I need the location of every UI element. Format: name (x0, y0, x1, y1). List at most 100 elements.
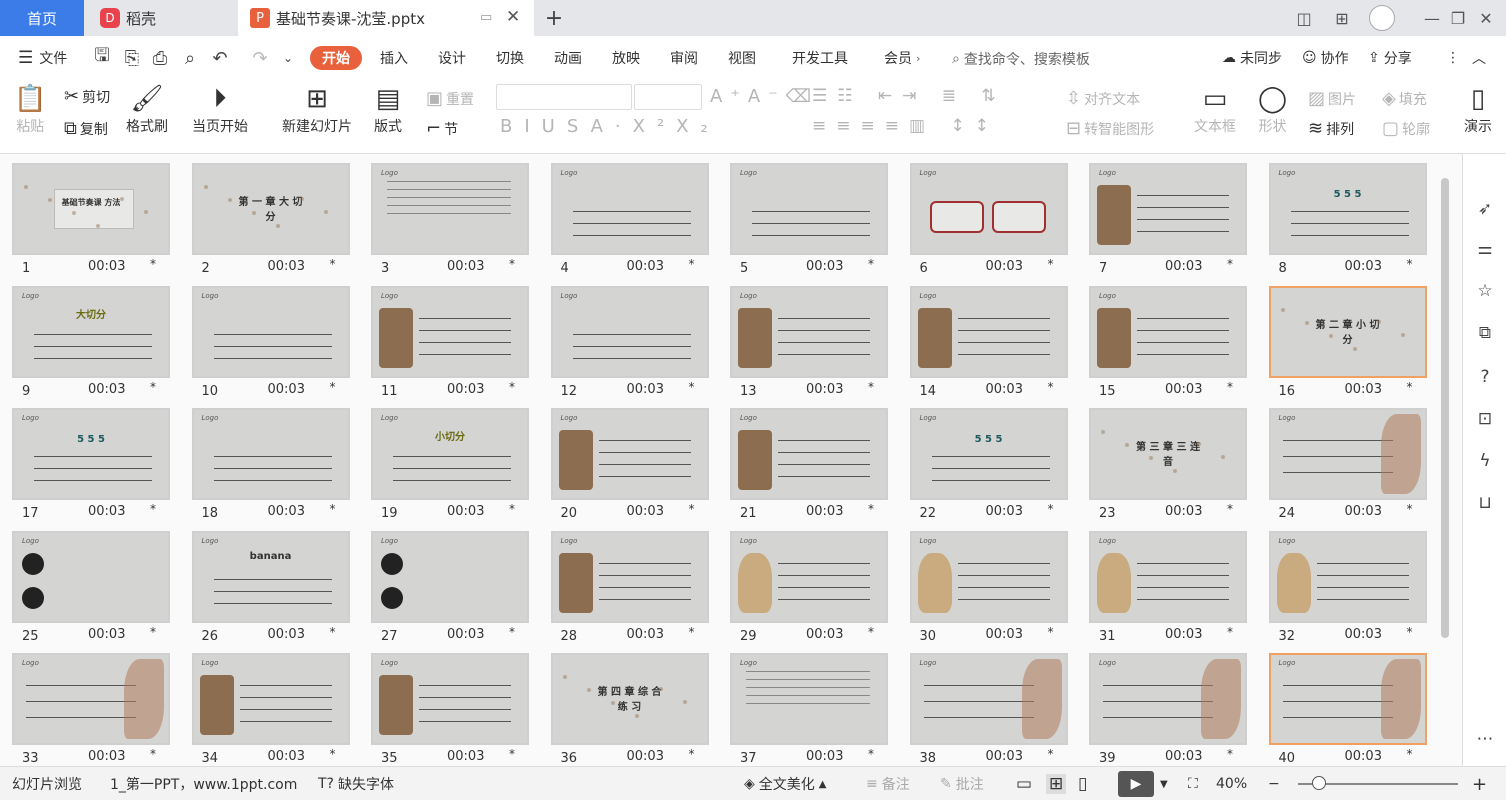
slide-thumbnail[interactable]: Logo 18 00:03 * (191, 408, 350, 528)
preview-icon[interactable]: ⌕ (178, 46, 202, 70)
vertical-scrollbar[interactable] (1438, 158, 1452, 762)
new-slide-button[interactable]: ⊞ 新建幻灯片 (282, 82, 352, 136)
play-options-icon[interactable]: ▼ (1160, 774, 1168, 794)
tab-daoke[interactable]: D 稻壳 (86, 0, 236, 36)
font-size-select[interactable] (634, 84, 702, 110)
more-options-icon[interactable]: ⋯ (1472, 726, 1498, 752)
slide-thumbnail[interactable]: 第 二 章 小 切 分 16 00:03 * (1268, 285, 1427, 406)
slide-thumbnail[interactable]: Logo 20 00:03 * (550, 408, 709, 528)
collapse-ribbon-icon[interactable]: ︿ (1472, 47, 1486, 69)
section-button[interactable]: ⌐ 节 (426, 118, 458, 139)
slide-thumbnail[interactable]: Logo 35 00:03 * (371, 653, 529, 766)
slide-thumbnail[interactable]: Logo 39 00:03 * (1089, 653, 1247, 766)
comment-button[interactable]: ✎ 批注 (940, 774, 984, 794)
slide-thumbnail[interactable]: Logo 7 00:03 * (1089, 163, 1247, 283)
slide-thumbnail[interactable]: Logo 6 00:03 * (909, 163, 1068, 283)
fit-window-icon[interactable]: ⛶ (1188, 774, 1198, 794)
fill-button[interactable]: ◈ 填充 (1382, 88, 1427, 109)
play-from-current-button[interactable]: ⏵ 当页开始 (192, 82, 248, 136)
slide-thumbnail[interactable]: Logo 30 00:03 * (909, 530, 1068, 651)
tab-view[interactable]: 视图 (728, 47, 756, 69)
tab-developer[interactable]: 开发工具 (792, 47, 848, 69)
slide-thumbnail[interactable]: Logo 32 00:03 * (1268, 530, 1427, 651)
window-mini-icon[interactable]: ▭ (480, 10, 496, 26)
slide-thumbnail[interactable]: Logo banana 26 00:03 * (191, 530, 350, 651)
tab-insert[interactable]: 插入 (380, 47, 408, 69)
normal-view-icon[interactable]: ▭ (1016, 774, 1032, 794)
font-style-tools[interactable]: BIUSA·X²X₂ (500, 116, 720, 137)
new-tab-button[interactable]: + (540, 0, 568, 36)
slide-thumbnail[interactable]: Logo 5 5 5 17 00:03 * (12, 408, 170, 528)
tab-transition[interactable]: 切换 (496, 47, 524, 69)
search-command[interactable]: ⌕ 查找命令、搜索模板 (952, 48, 1090, 70)
slide-thumbnail[interactable]: Logo 28 00:03 * (550, 530, 709, 651)
slide-thumbnail[interactable]: Logo 33 00:03 * (12, 653, 170, 766)
slide-thumbnail[interactable]: Logo 12 00:03 * (550, 285, 709, 406)
align-tools[interactable]: ≡≡≡≡▥ ↕↕ (812, 116, 999, 136)
slide-thumbnail[interactable]: Logo 4 00:03 * (550, 163, 709, 283)
zoom-level[interactable]: 40% (1216, 774, 1247, 794)
print-icon[interactable]: ⎙ (148, 46, 172, 70)
sliders-icon[interactable]: ⚌ (1472, 236, 1498, 262)
sync-status[interactable]: ☁ 未同步 (1222, 47, 1282, 69)
slide-thumbnail[interactable]: Logo 大切分 9 00:03 * (12, 285, 170, 406)
tab-start[interactable]: 开始 (310, 46, 362, 70)
zoom-in-icon[interactable]: + (1472, 774, 1487, 795)
slide-thumbnail[interactable]: Logo 13 00:03 * (730, 285, 888, 406)
book-icon[interactable]: ⊔ (1472, 490, 1498, 516)
slide-thumbnail[interactable]: Logo 40 00:03 * (1268, 653, 1427, 766)
slide-thumbnail[interactable]: Logo 25 00:03 * (12, 530, 170, 651)
tab-design[interactable]: 设计 (438, 47, 466, 69)
slide-thumbnail[interactable]: Logo 11 00:03 * (371, 285, 529, 406)
tab-slideshow[interactable]: 放映 (612, 47, 640, 69)
undo-icon[interactable]: ↶ (208, 46, 232, 70)
export-icon[interactable]: ⎘ (120, 46, 144, 70)
slide-thumbnail[interactable]: Logo 5 00:03 * (730, 163, 888, 283)
font-family-select[interactable] (496, 84, 632, 110)
more-icon[interactable]: ⋮ (1446, 47, 1460, 69)
rocket-icon[interactable]: ➶ (1472, 196, 1498, 222)
missing-font-button[interactable]: T? 缺失字体 (318, 774, 394, 794)
slide-thumbnail[interactable]: Logo 37 00:03 * (730, 653, 888, 766)
layout-toggle-icon[interactable]: ◫ (1284, 0, 1324, 36)
zoom-slider-knob[interactable] (1312, 776, 1326, 790)
play-slideshow-button[interactable]: ▶ (1118, 771, 1154, 797)
shape-button[interactable]: ◯ 形状 (1258, 82, 1287, 136)
grid-apps-icon[interactable]: ⊞ (1322, 0, 1362, 36)
avatar[interactable] (1362, 0, 1402, 36)
tab-review[interactable]: 审阅 (670, 47, 698, 69)
reading-view-icon[interactable]: ▯ (1078, 774, 1087, 794)
tab-member[interactable]: 会员 › (884, 47, 920, 69)
slide-thumbnail[interactable]: 第 三 章 三 连 音 23 00:03 * (1089, 408, 1247, 528)
list-tools[interactable]: ☰☷ ⇤⇥ ≣ ⇅ (812, 86, 1006, 106)
slide-thumbnail[interactable]: 第 四 章 综 合 练 习 36 00:03 * (550, 653, 709, 766)
close-window-icon[interactable]: ✕ (1466, 0, 1506, 36)
slide-thumbnail[interactable]: Logo 3 00:03 * (371, 163, 529, 283)
tab-animation[interactable]: 动画 (554, 47, 582, 69)
slide-thumbnail[interactable]: 第 一 章 大 切 分 2 00:03 * (191, 163, 350, 283)
scrollbar-thumb[interactable] (1441, 178, 1449, 638)
cut-button[interactable]: ✂ 剪切 (64, 86, 110, 107)
slide-thumbnail[interactable]: Logo 15 00:03 * (1089, 285, 1247, 406)
slide-thumbnail[interactable]: Logo 27 00:03 * (371, 530, 529, 651)
slide-thumbnail[interactable]: Logo 小切分 19 00:03 * (371, 408, 529, 528)
arrange-button[interactable]: ≋ 排列 (1308, 118, 1354, 139)
slide-thumbnail[interactable]: Logo 34 00:03 * (191, 653, 350, 766)
smart-art-button[interactable]: ⊟ 转智能图形 (1066, 118, 1154, 139)
slide-thumbnail[interactable]: Logo 14 00:03 * (909, 285, 1068, 406)
layout-button[interactable]: ▤ 版式 (374, 82, 402, 136)
reset-button[interactable]: ▣ 重置 (426, 88, 474, 109)
slide-thumbnail[interactable]: 基础节奏课 方法 1 00:03 * (12, 163, 170, 283)
collaborate-button[interactable]: ☺ 协作 (1302, 47, 1349, 69)
help-icon[interactable]: ? (1472, 364, 1498, 390)
format-painter-button[interactable]: 🖌 格式刷 (126, 82, 168, 136)
slide-thumbnail[interactable]: Logo 5 5 5 22 00:03 * (909, 408, 1068, 528)
picture-button[interactable]: ▨ 图片 (1308, 88, 1356, 109)
file-menu[interactable]: ☰ 文件 (18, 47, 67, 69)
save-icon[interactable]: 🖫 (90, 45, 114, 70)
quick-access-more-icon[interactable]: ⌄ (276, 46, 300, 70)
slide-thumbnail[interactable]: Logo 21 00:03 * (730, 408, 888, 528)
outline-button[interactable]: ▢ 轮廓 (1382, 118, 1430, 139)
copy-button[interactable]: ⧉ 复制 (64, 118, 108, 139)
slideshow-button[interactable]: ▯ 演示 (1464, 82, 1492, 136)
